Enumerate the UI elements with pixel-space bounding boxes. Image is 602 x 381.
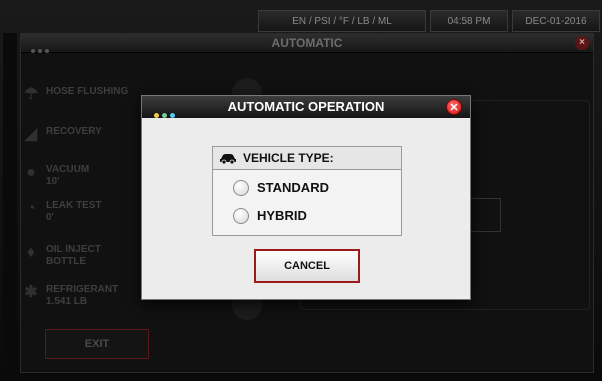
car-icon: [220, 154, 236, 164]
leak-test-icon: ◔: [26, 200, 36, 217]
device-screen: EN / PSI / °F / LB / ML 04:58 PM DEC-01-…: [0, 0, 602, 381]
units-indicator: EN / PSI / °F / LB / ML: [258, 10, 426, 32]
status-bar: EN / PSI / °F / LB / ML 04:58 PM DEC-01-…: [0, 10, 602, 32]
menu-item-vacuum-value: 10': [46, 176, 60, 187]
option-standard[interactable]: STANDARD: [233, 177, 393, 201]
vehicle-type-group: VEHICLE TYPE: STANDARD HYBRID: [212, 146, 402, 236]
radio-standard[interactable]: [233, 180, 249, 196]
exit-button[interactable]: EXIT: [45, 329, 149, 359]
dialog-titlebar: AUTOMATIC OPERATION ✕: [142, 96, 470, 118]
date-display: DEC-01-2016: [512, 10, 600, 32]
hose-icon: ☂: [23, 86, 39, 103]
menu-item-oil-inject-label: OIL INJECT: [46, 244, 101, 255]
recovery-icon: ◢: [24, 126, 38, 143]
menu-item-oil-inject-value: BOTTLE: [46, 256, 86, 267]
app-close-icon[interactable]: ×: [575, 36, 589, 50]
menu-item-leak-test-label: LEAK TEST: [46, 200, 102, 211]
menu-item-leak-test-value: 0': [46, 212, 54, 223]
app-titlebar: AUTOMATIC ×: [21, 34, 593, 53]
option-hybrid-label: HYBRID: [257, 208, 307, 223]
vacuum-icon: ●: [26, 164, 36, 181]
dialog-title: AUTOMATIC OPERATION: [227, 99, 385, 114]
left-rail: [3, 33, 17, 373]
refrigerant-icon: ✱: [24, 284, 38, 301]
menu-item-vacuum-label: VACUUM: [46, 164, 90, 175]
option-hybrid[interactable]: HYBRID: [233, 205, 393, 229]
menu-item-refrigerant-value: 1.541 LB: [46, 296, 88, 307]
oil-icon: ♦: [26, 244, 36, 261]
time-display: 04:58 PM: [430, 10, 508, 32]
vehicle-type-header: VEHICLE TYPE:: [213, 147, 401, 170]
close-icon[interactable]: ✕: [446, 99, 462, 115]
cancel-button[interactable]: CANCEL: [254, 249, 360, 283]
automatic-operation-dialog: AUTOMATIC OPERATION ✕ VEHICLE TYPE: STAN…: [141, 95, 471, 300]
menu-item-refrigerant-label: REFRIGERANT: [46, 284, 119, 295]
vehicle-type-label: VEHICLE TYPE:: [243, 151, 334, 165]
radio-hybrid[interactable]: [233, 208, 249, 224]
option-standard-label: STANDARD: [257, 180, 329, 195]
app-title: AUTOMATIC: [271, 36, 343, 50]
